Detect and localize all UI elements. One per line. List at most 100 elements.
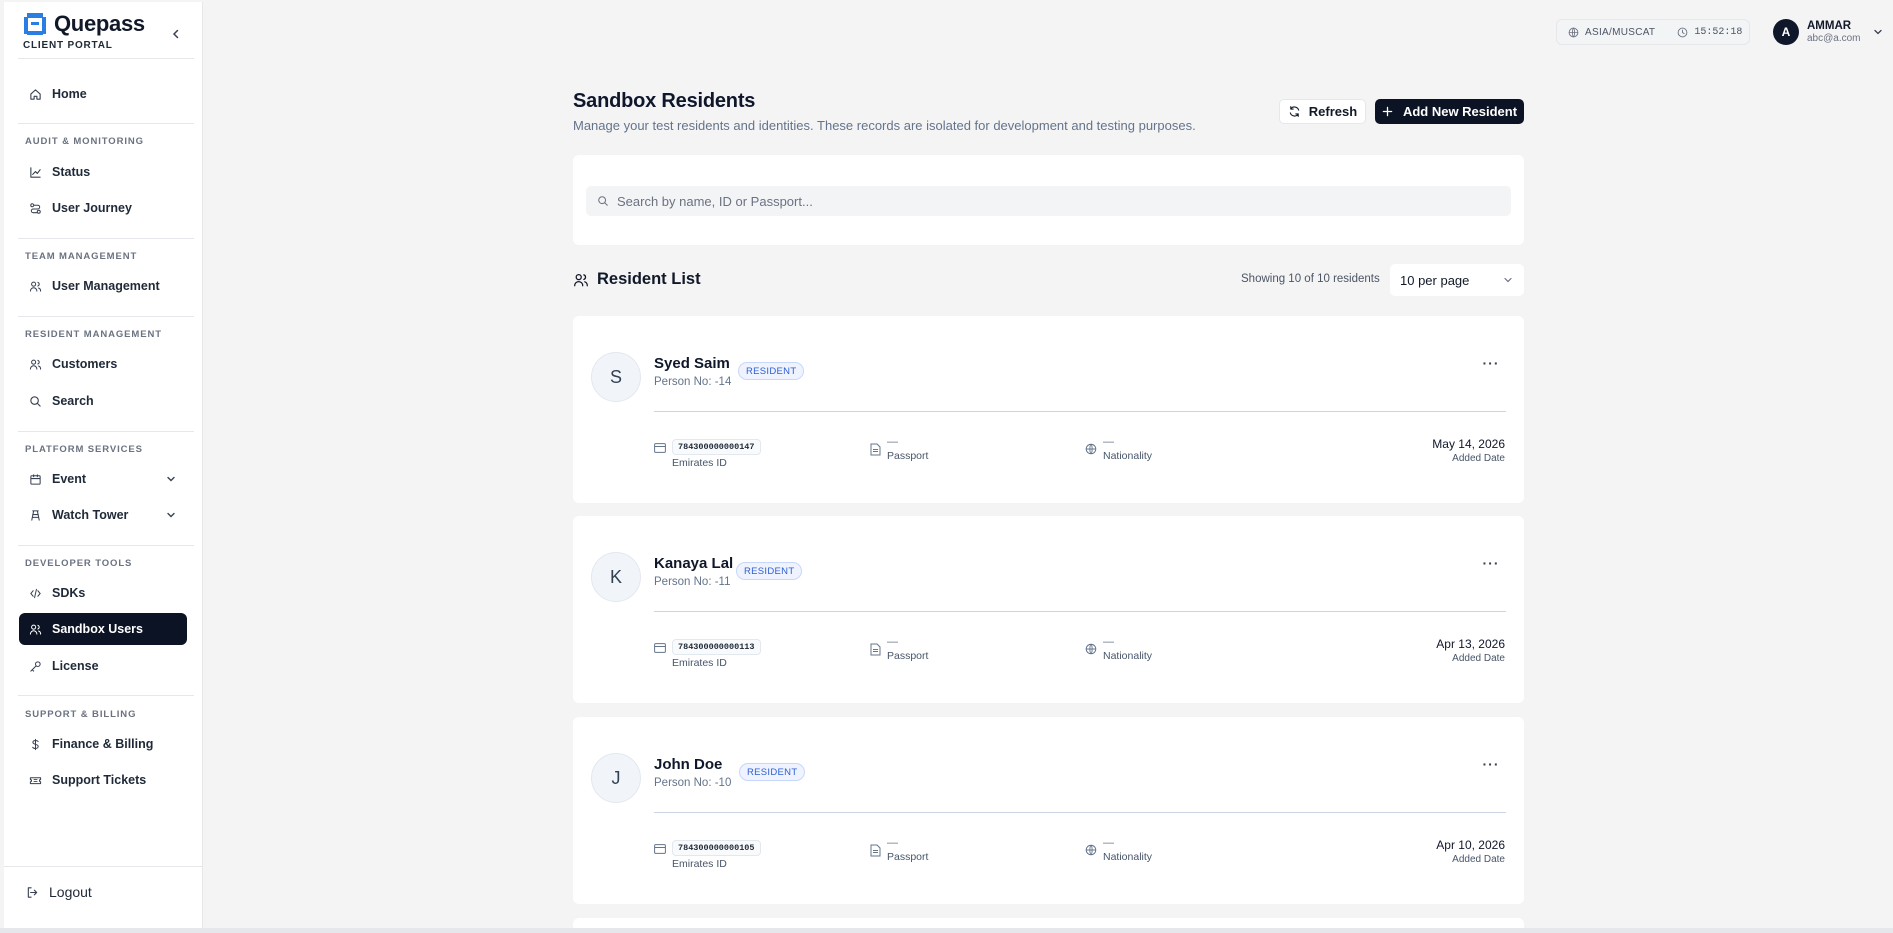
sidebar-item-sdks[interactable]: SDKs — [19, 577, 187, 609]
resident-person-number: Person No: -11 — [654, 576, 731, 588]
id-card-icon — [654, 643, 666, 653]
sidebar-item-customers[interactable]: Customers — [19, 348, 187, 380]
key-icon — [30, 660, 41, 672]
refresh-icon — [1289, 106, 1300, 117]
nationality-label: Nationality — [1103, 450, 1153, 462]
emirates-id-label: Emirates ID — [672, 657, 727, 669]
avatar: A — [1773, 19, 1799, 45]
user-menu[interactable]: A AMMAR abc@a.com — [1773, 19, 1883, 45]
page-title: Sandbox Residents — [573, 90, 756, 112]
divider — [18, 545, 194, 546]
sidebar-item-watch-tower[interactable]: Watch Tower — [19, 499, 187, 531]
added-date: Apr 10, 2026 Added Date — [1436, 838, 1505, 865]
sidebar-item-event[interactable]: Event — [19, 463, 187, 495]
sidebar-item-search[interactable]: Search — [19, 385, 187, 417]
nationality-label: Nationality — [1103, 650, 1153, 662]
clock: 15:52:18 — [1666, 20, 1753, 44]
sidebar-item-support-tickets[interactable]: Support Tickets — [19, 764, 187, 796]
sidebar-item-home[interactable]: Home — [19, 78, 187, 110]
more-options-button[interactable]: ··· — [1480, 355, 1502, 371]
home-icon — [30, 88, 41, 100]
emirates-id-value: 784300000000147 — [672, 439, 761, 455]
user-email: abc@a.com — [1807, 33, 1861, 44]
resident-name: Kanaya Lal — [654, 555, 734, 572]
added-date-label: Added Date — [1452, 453, 1505, 464]
search-box[interactable] — [586, 186, 1511, 216]
globe-icon — [1085, 443, 1097, 455]
refresh-label: Refresh — [1308, 104, 1358, 119]
emirates-id-field: 784300000000113 Emirates ID — [654, 636, 761, 669]
divider — [654, 812, 1506, 813]
sidebar-item-label: Event — [52, 472, 87, 486]
passport-label: Passport — [887, 450, 929, 462]
logout-label: Logout — [49, 884, 92, 900]
sidebar-item-label: Support Tickets — [52, 773, 147, 787]
clock-icon — [1678, 27, 1688, 37]
sidebar-item-user-journey[interactable]: User Journey — [19, 192, 187, 224]
divider — [654, 611, 1506, 612]
nationality-field: — Nationality — [1085, 436, 1152, 462]
results-count: Showing 10 of 10 residents — [1241, 273, 1380, 285]
users-icon — [574, 273, 588, 286]
users-icon — [29, 624, 42, 635]
timezone-clock: ASIA/MUSCAT 15:52:18 — [1556, 19, 1750, 45]
status-badge: RESIDENT — [739, 763, 806, 781]
section-developer-tools: DEVELOPER TOOLS — [25, 558, 133, 569]
more-options-button[interactable]: ··· — [1480, 555, 1502, 571]
sidebar-item-sandbox-users[interactable]: Sandbox Users — [19, 613, 187, 645]
chevron-down-icon — [167, 476, 175, 482]
brand-subtitle: CLIENT PORTAL — [23, 40, 113, 51]
passport-value: — — [887, 837, 898, 849]
divider — [18, 316, 194, 317]
add-new-resident-button[interactable]: Add New Resident — [1375, 99, 1524, 124]
resident-name: John Doe — [654, 756, 723, 773]
added-date: May 14, 2026 Added Date — [1432, 437, 1505, 464]
added-date-value: Apr 13, 2026 — [1436, 637, 1505, 651]
passport-field: — Passport — [870, 837, 928, 863]
sidebar-item-label: License — [52, 659, 99, 673]
nationality-value: — — [1103, 436, 1114, 448]
sidebar-item-label: Watch Tower — [52, 508, 129, 522]
emirates-id-value: 784300000000113 — [672, 639, 761, 655]
resident-name: Syed Saim — [654, 355, 730, 372]
more-options-button[interactable]: ··· — [1480, 756, 1502, 772]
logout-button[interactable]: Logout — [26, 884, 92, 900]
nationality-label: Nationality — [1103, 851, 1153, 863]
search-icon — [30, 395, 41, 407]
section-audit-monitoring: AUDIT & MONITORING — [25, 136, 144, 147]
sidebar-item-label: Status — [52, 165, 91, 179]
timezone-selector[interactable]: ASIA/MUSCAT — [1557, 20, 1666, 44]
search-input[interactable] — [617, 193, 1497, 209]
nationality-field: — Nationality — [1085, 837, 1152, 863]
sidebar-item-finance-billing[interactable]: Finance & Billing — [19, 728, 187, 760]
window-bottom-edge — [0, 928, 1893, 933]
chevron-down-icon — [1873, 29, 1882, 35]
calendar-icon — [30, 473, 41, 485]
resident-card[interactable]: S Syed Saim Person No: -14 RESIDENT ··· … — [573, 316, 1524, 503]
section-platform-services: PLATFORM SERVICES — [25, 444, 143, 455]
chevron-down-icon — [1504, 277, 1512, 283]
divider — [18, 123, 194, 124]
resident-card[interactable]: J John Doe Person No: -10 RESIDENT ··· 7… — [573, 717, 1524, 904]
dollar-icon — [32, 738, 39, 750]
divider — [4, 866, 203, 867]
globe-icon — [1085, 844, 1097, 856]
tower-icon — [31, 509, 40, 521]
ticket-icon — [29, 776, 42, 784]
sidebar-item-license[interactable]: License — [19, 650, 187, 682]
resident-card[interactable]: K Kanaya Lal Person No: -11 RESIDENT ···… — [573, 516, 1524, 703]
sidebar-item-status[interactable]: Status — [19, 156, 187, 188]
sidebar-item-user-management[interactable]: User Management — [19, 270, 187, 302]
refresh-button[interactable]: Refresh — [1279, 99, 1366, 124]
emirates-id-field: 784300000000147 Emirates ID — [654, 436, 761, 469]
search-panel — [573, 155, 1524, 245]
page-subtitle: Manage your test residents and identitie… — [573, 118, 1196, 133]
brand[interactable]: Quepass CLIENT PORTAL — [22, 11, 145, 51]
search-icon — [598, 196, 608, 206]
collapse-sidebar-button[interactable] — [166, 24, 186, 44]
brand-name: Quepass — [54, 11, 145, 36]
per-page-select[interactable]: 10 per page — [1390, 264, 1524, 296]
sidebar-item-label: Finance & Billing — [52, 737, 154, 751]
chevron-left-icon — [172, 29, 179, 39]
passport-field: — Passport — [870, 636, 928, 662]
